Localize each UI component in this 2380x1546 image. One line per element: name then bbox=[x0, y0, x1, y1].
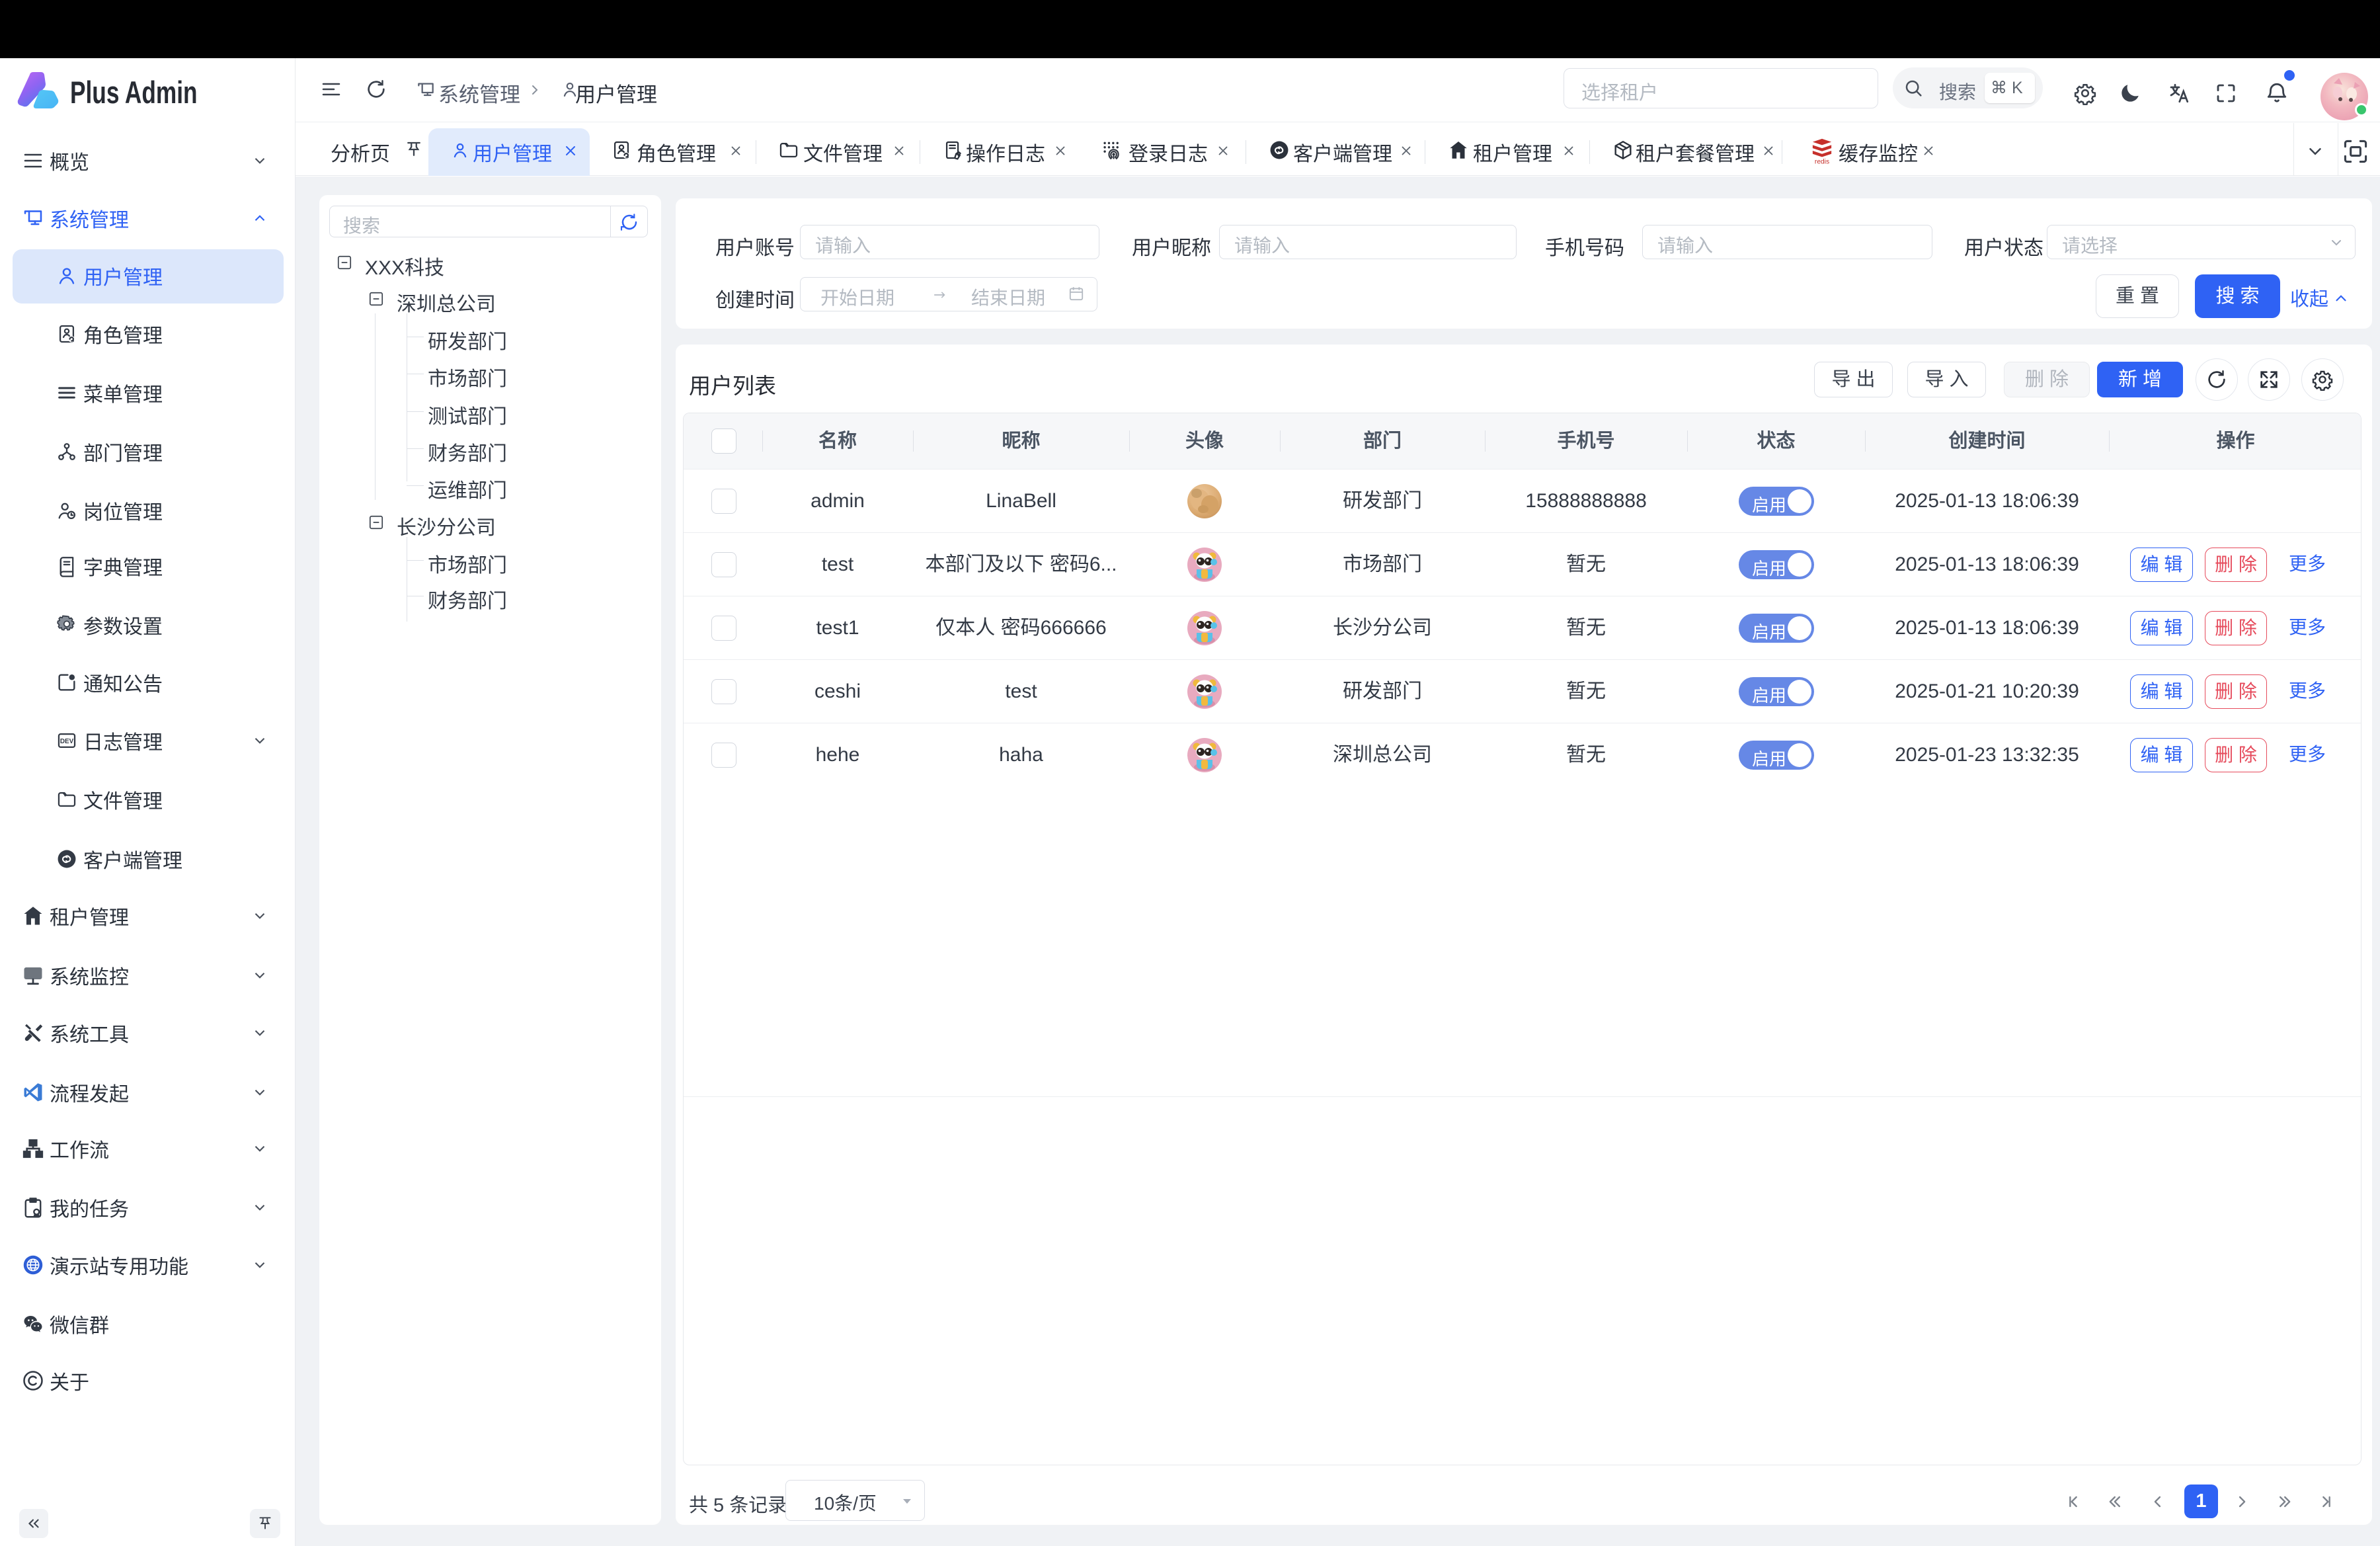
svg-text:redis: redis bbox=[1815, 159, 1829, 165]
svg-text:DEV: DEV bbox=[60, 738, 74, 745]
